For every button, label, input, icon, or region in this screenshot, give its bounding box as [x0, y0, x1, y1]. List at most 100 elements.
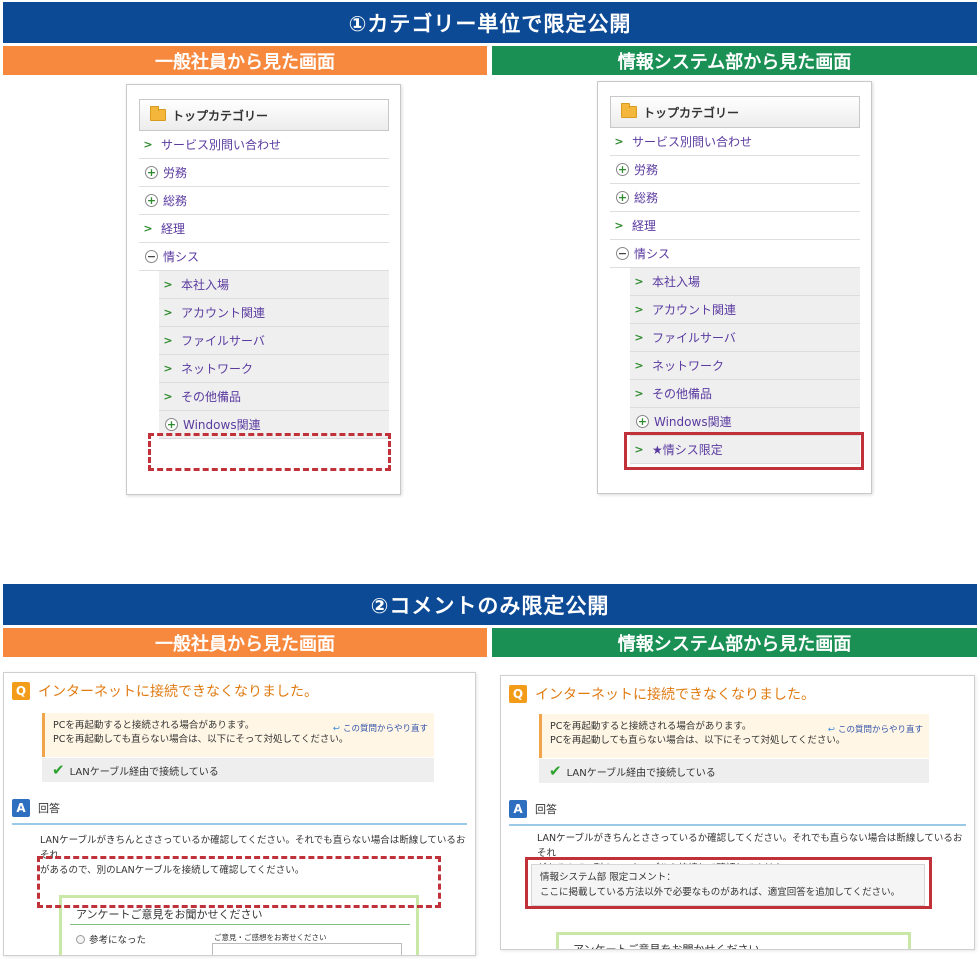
category-item[interactable]: > 経理	[139, 215, 389, 243]
radio-button[interactable]	[76, 934, 85, 944]
back-arrow-icon: ↩	[827, 725, 835, 735]
category-subitem[interactable]: > 本社入場	[630, 268, 860, 296]
section1-info-label: 情報システム部から見た画面	[492, 46, 977, 75]
category-item[interactable]: + 労務	[139, 159, 389, 187]
question-icon: Q	[12, 682, 30, 700]
question-title: Q インターネットに接続できなくなりました。	[12, 681, 318, 701]
minus-icon[interactable]: −	[616, 247, 629, 260]
category-subitem-label: ネットワーク	[181, 362, 254, 376]
chevron-right-icon: >	[634, 275, 644, 288]
survey-option-label: 参考になった	[89, 935, 147, 946]
category-item[interactable]: > サービス別問い合わせ	[139, 131, 389, 159]
chevron-right-icon: >	[143, 138, 153, 151]
answer-divider	[12, 823, 467, 825]
back-link-label: この質問からやり直す	[342, 724, 428, 734]
chevron-right-icon: >	[614, 219, 624, 232]
category-subitem[interactable]: > ファイルサーバ	[630, 324, 860, 352]
chevron-right-icon: >	[163, 362, 173, 375]
survey-box: アンケートご意見をお聞かせください	[556, 932, 911, 950]
category-item[interactable]: − 情シス	[139, 243, 389, 271]
check-icon: ✔	[549, 762, 562, 780]
category-subitem-label: その他備品	[181, 390, 242, 404]
category-item-label: 情シス	[163, 250, 200, 264]
category-subitem-label: ネットワーク	[652, 359, 725, 373]
plus-icon[interactable]: +	[616, 191, 629, 204]
answer-heading-label: 回答	[535, 803, 557, 816]
category-item-label: 労務	[634, 163, 659, 177]
category-subitem[interactable]: > アカウント関連	[630, 296, 860, 324]
chevron-right-icon: >	[634, 387, 644, 400]
feedback-label: ご意見・ご感想をお寄せください	[214, 933, 327, 942]
category-item-label: 総務	[634, 191, 659, 205]
category-subitem[interactable]: > ファイルサーバ	[159, 327, 389, 355]
chevron-right-icon: >	[614, 135, 624, 148]
chevron-right-icon: >	[163, 306, 173, 319]
category-subitem[interactable]: > ネットワーク	[630, 352, 860, 380]
chevron-right-icon: >	[634, 359, 644, 372]
section2-title: ②コメントのみ限定公開	[3, 584, 977, 625]
back-link[interactable]: ↩ この質問からやり直す	[333, 722, 428, 736]
feedback-textarea[interactable]	[212, 943, 402, 955]
back-link-label: この質問からやり直す	[837, 725, 923, 735]
category-item-label: 経理	[632, 219, 657, 233]
answer-divider	[509, 824, 966, 826]
chevron-right-icon: >	[143, 222, 153, 235]
chevron-right-icon: >	[634, 331, 644, 344]
answer-heading-label: 回答	[38, 802, 60, 815]
chevron-right-icon: >	[163, 390, 173, 403]
back-link[interactable]: ↩ この質問からやり直す	[828, 723, 923, 737]
category-item[interactable]: + 総務	[139, 187, 389, 215]
category-item[interactable]: − 情シス	[610, 240, 860, 268]
notice-box: PCを再起動すると接続される場合があります。 PCを再起動しても直らない場合は、…	[42, 713, 434, 757]
category-subitem[interactable]: > その他備品	[159, 383, 389, 411]
category-subitem-label: アカウント関連	[181, 306, 266, 320]
category-subitem-label: Windows関連	[654, 415, 732, 429]
answer-heading: A 回答	[12, 799, 60, 817]
category-item[interactable]: + 総務	[610, 184, 860, 212]
question-title: Q インターネットに接続できなくなりました。	[509, 684, 815, 704]
category-item-label: 総務	[163, 194, 188, 208]
question-text: インターネットに接続できなくなりました。	[535, 687, 815, 703]
category-item-label: 労務	[163, 166, 188, 180]
category-subitem[interactable]: > アカウント関連	[159, 299, 389, 327]
category-item[interactable]: > 経理	[610, 212, 860, 240]
answer-icon: A	[12, 799, 30, 817]
chevron-right-icon: >	[163, 278, 173, 291]
selected-condition: ✔ LANケーブル経由で接続している	[42, 758, 434, 782]
selected-condition: ✔ LANケーブル経由で接続している	[539, 759, 929, 783]
answer-heading: A 回答	[509, 800, 557, 818]
survey-option[interactable]: 参考になった	[76, 932, 146, 946]
plus-icon[interactable]: +	[636, 415, 649, 428]
minus-icon[interactable]: −	[145, 250, 158, 263]
category-subitem-label: Windows関連	[183, 418, 261, 432]
category-subitem[interactable]: > ネットワーク	[159, 355, 389, 383]
selected-condition-label: LANケーブル経由で接続している	[566, 767, 716, 779]
back-arrow-icon: ↩	[332, 724, 340, 734]
section1-general-label: 一般社員から見た画面	[3, 46, 487, 75]
category-subitem-label: ファイルサーバ	[652, 331, 736, 345]
category-item[interactable]: > サービス別問い合わせ	[610, 128, 860, 156]
survey-title: アンケートご意見をお聞かせください	[573, 943, 760, 950]
section2-info-label: 情報システム部から見た画面	[492, 628, 977, 657]
plus-icon[interactable]: +	[616, 163, 629, 176]
survey-title: アンケートご意見をお聞かせください	[76, 908, 263, 921]
category-item-label: サービス別問い合わせ	[632, 135, 753, 149]
category-subitem[interactable]: > その他備品	[630, 380, 860, 408]
category-subitem[interactable]: > 本社入場	[159, 271, 389, 299]
category-item-label: 経理	[161, 222, 186, 236]
category-subitem-label: 本社入場	[652, 275, 701, 289]
plus-icon[interactable]: +	[145, 194, 158, 207]
answer-icon: A	[509, 800, 527, 818]
category-item-label: サービス別問い合わせ	[161, 138, 282, 152]
check-icon: ✔	[52, 761, 65, 779]
category-subitem-label: アカウント関連	[652, 303, 737, 317]
section2-general-label: 一般社員から見た画面	[3, 628, 487, 657]
category-item[interactable]: + 労務	[610, 156, 860, 184]
plus-icon[interactable]: +	[165, 418, 178, 431]
plus-icon[interactable]: +	[145, 166, 158, 179]
question-text: インターネットに接続できなくなりました。	[38, 684, 318, 700]
folder-icon	[621, 103, 637, 118]
category-header-label: トップカテゴリー	[643, 105, 740, 120]
chevron-right-icon: >	[634, 303, 644, 316]
category-subitem-label: ファイルサーバ	[181, 334, 265, 348]
